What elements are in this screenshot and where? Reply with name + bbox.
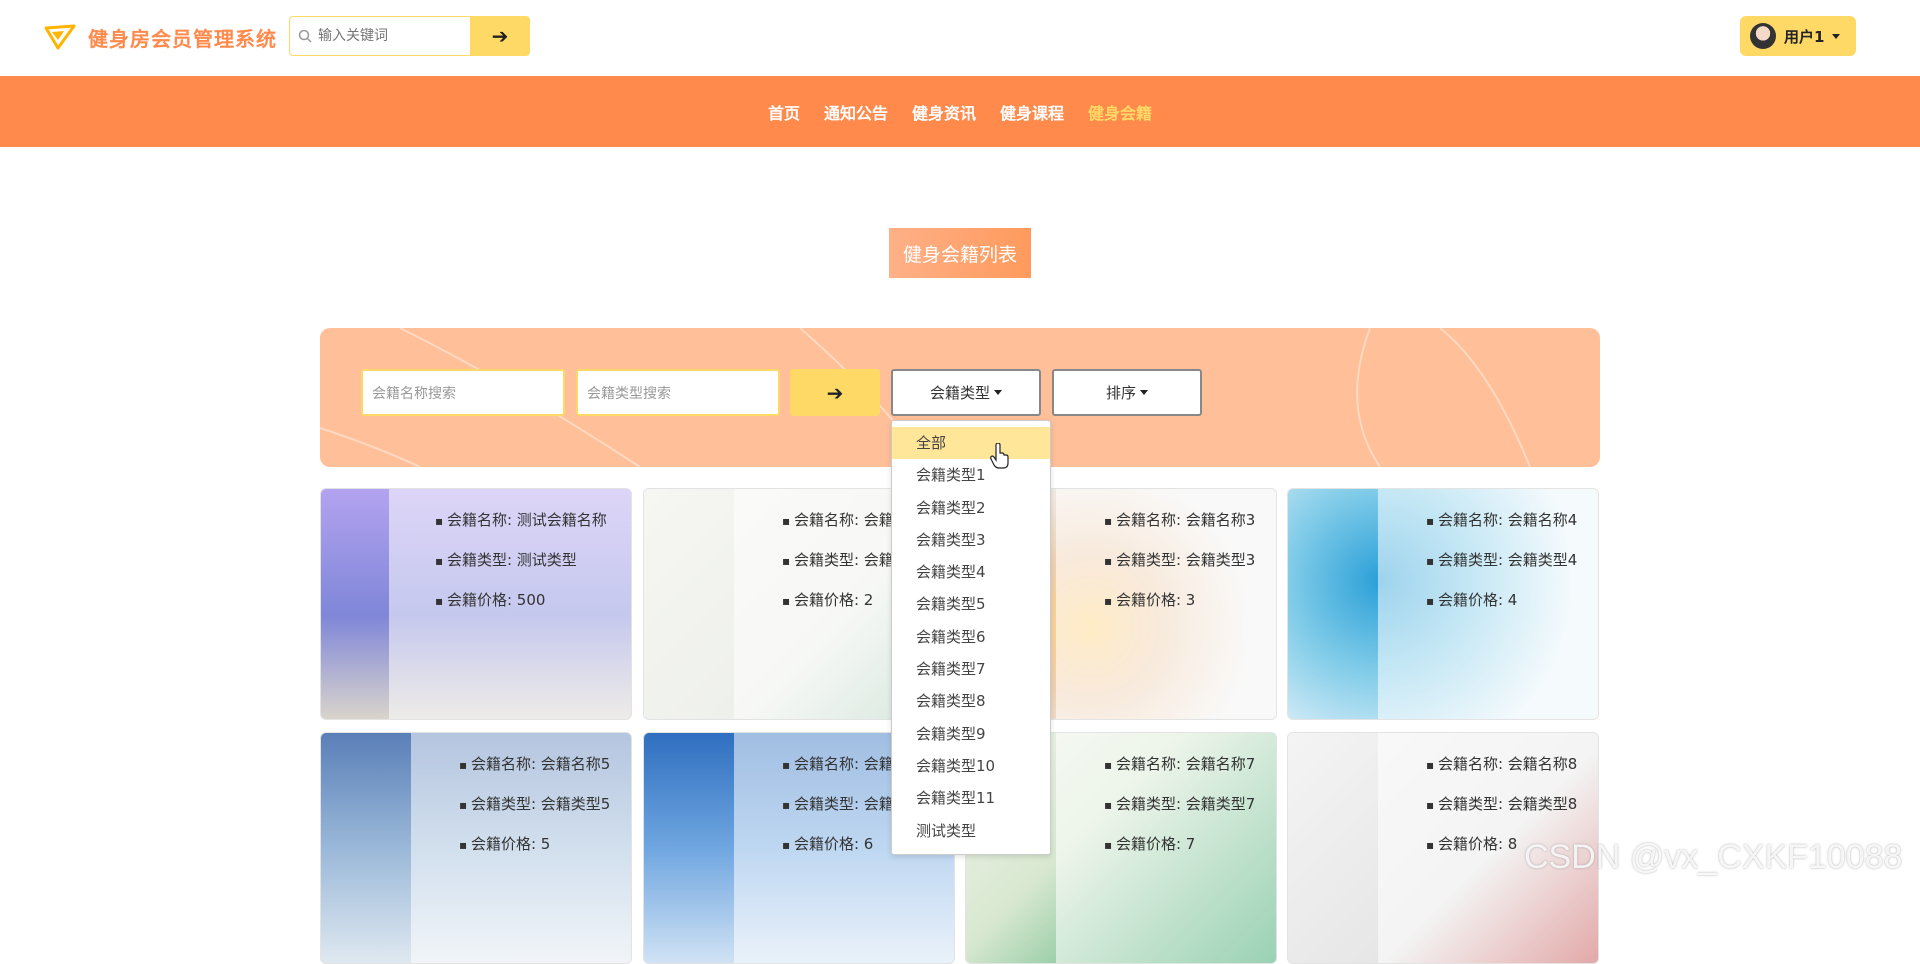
dropdown-item[interactable]: 会籍类型10 bbox=[892, 750, 1050, 782]
nav-item-home[interactable]: 首页 bbox=[768, 100, 800, 124]
main-nav: 首页 通知公告 健身资讯 健身课程 健身会籍 bbox=[0, 76, 1920, 147]
card-type: 会籍类型: 会籍类型5 bbox=[459, 793, 610, 833]
card-price: 会籍价格: 7 bbox=[1104, 833, 1255, 873]
header-search-button[interactable]: ➔ bbox=[470, 16, 530, 56]
sort-dropdown[interactable]: 排序 bbox=[1052, 369, 1202, 416]
caret-down-icon bbox=[1140, 390, 1148, 395]
card-name: 会籍名称: 会籍名称7 bbox=[1104, 753, 1255, 793]
membership-type-dropdown-menu: 全部 会籍类型1 会籍类型2 会籍类型3 会籍类型4 会籍类型5 会籍类型6 会… bbox=[891, 420, 1051, 855]
section-title: 健身会籍列表 bbox=[889, 228, 1031, 278]
card-type: 会籍类型: 会籍类型8 bbox=[1426, 793, 1577, 833]
caret-down-icon bbox=[994, 390, 1002, 395]
hand-pointer-icon bbox=[990, 443, 1009, 469]
card-price: 会籍价格: 3 bbox=[1104, 589, 1255, 629]
sort-dropdown-label: 排序 bbox=[1105, 384, 1136, 402]
membership-type-dropdown[interactable]: 会籍类型 bbox=[891, 369, 1041, 416]
dropdown-item[interactable]: 会籍类型7 bbox=[892, 653, 1050, 685]
card-price: 会籍价格: 4 bbox=[1426, 589, 1577, 629]
dropdown-item-all[interactable]: 全部 bbox=[892, 427, 1050, 460]
card-name: 会籍名称: 会籍名称3 bbox=[1104, 509, 1255, 549]
dropdown-item[interactable]: 会籍类型6 bbox=[892, 621, 1050, 653]
watermark: CSDN @vx_CXKF10088 bbox=[1524, 838, 1903, 876]
dropdown-item[interactable]: 会籍类型2 bbox=[892, 492, 1050, 524]
card-price: 会籍价格: 500 bbox=[435, 589, 607, 629]
card-price: 会籍价格: 5 bbox=[459, 833, 610, 873]
dropdown-item[interactable]: 会籍类型1 bbox=[892, 459, 1050, 491]
membership-name-search-input[interactable]: 会籍名称搜索 bbox=[361, 369, 565, 416]
logo[interactable]: 健身房会员管理系统 bbox=[44, 22, 277, 52]
nav-item-notices[interactable]: 通知公告 bbox=[824, 100, 888, 124]
card-type: 会籍类型: 会籍类型7 bbox=[1104, 793, 1255, 833]
membership-card[interactable]: 会籍名称: 测试会籍名称 会籍类型: 测试类型 会籍价格: 500 bbox=[320, 488, 632, 720]
card-type: 会籍类型: 会籍类型3 bbox=[1104, 549, 1255, 589]
user-name: 用户1 bbox=[1784, 27, 1825, 46]
dropdown-item[interactable]: 会籍类型11 bbox=[892, 782, 1050, 814]
dropdown-item[interactable]: 会籍类型9 bbox=[892, 718, 1050, 750]
dropdown-item[interactable]: 测试类型 bbox=[892, 815, 1050, 847]
avatar bbox=[1750, 23, 1776, 49]
caret-down-icon bbox=[1832, 33, 1841, 39]
membership-type-search-input[interactable]: 会籍类型搜索 bbox=[576, 369, 780, 416]
nav-item-news[interactable]: 健身资讯 bbox=[912, 100, 976, 124]
membership-card[interactable]: 会籍名称: 会籍名称5 会籍类型: 会籍类型5 会籍价格: 5 bbox=[320, 732, 632, 964]
dropdown-item[interactable]: 会籍类型8 bbox=[892, 685, 1050, 717]
dropdown-item[interactable]: 会籍类型5 bbox=[892, 588, 1050, 620]
card-type: 会籍类型: 会籍类型4 bbox=[1426, 549, 1577, 589]
nav-item-memberships[interactable]: 健身会籍 bbox=[1088, 100, 1152, 124]
dropdown-item[interactable]: 会籍类型3 bbox=[892, 524, 1050, 556]
card-name: 会籍名称: 测试会籍名称 bbox=[435, 509, 607, 549]
card-name: 会籍名称: 会籍名称8 bbox=[1426, 753, 1577, 793]
header-search-input[interactable] bbox=[318, 28, 468, 44]
card-type: 会籍类型: 测试类型 bbox=[435, 549, 607, 589]
header-search-box[interactable] bbox=[289, 16, 471, 56]
user-menu-button[interactable]: 用户1 bbox=[1740, 16, 1856, 56]
card-name: 会籍名称: 会籍名称5 bbox=[459, 753, 610, 793]
site-title: 健身房会员管理系统 bbox=[88, 26, 277, 51]
dropdown-item[interactable]: 会籍类型4 bbox=[892, 556, 1050, 588]
nav-item-courses[interactable]: 健身课程 bbox=[1000, 100, 1064, 124]
card-name: 会籍名称: 会籍名称4 bbox=[1426, 509, 1577, 549]
search-icon bbox=[298, 29, 312, 43]
filter-search-button[interactable]: ➔ bbox=[790, 369, 880, 416]
paper-plane-icon bbox=[44, 24, 76, 50]
membership-card[interactable]: 会籍名称: 会籍名称4 会籍类型: 会籍类型4 会籍价格: 4 bbox=[1287, 488, 1599, 720]
membership-type-dropdown-label: 会籍类型 bbox=[929, 384, 990, 402]
header: 健身房会员管理系统 ➔ 用户1 bbox=[0, 0, 1920, 76]
